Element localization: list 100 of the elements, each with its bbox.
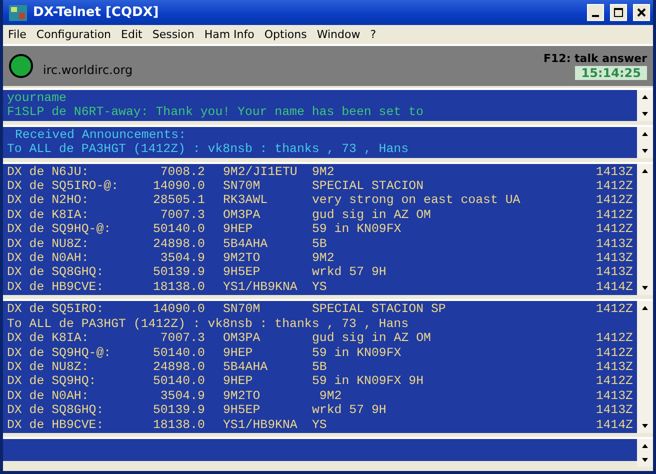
frequency: 24898.0 (152, 360, 205, 374)
spot-time: 1413Z (594, 164, 633, 180)
maximize-button[interactable] (610, 4, 627, 21)
frequency: 18138.0 (152, 280, 205, 294)
spotter-call: DX de NU8Z: (7, 360, 90, 374)
chat-line: F1SLP de N6RT-away: Thank you! Your name has been set to (7, 105, 424, 120)
minimize-icon (592, 14, 599, 16)
dx-call: 5B4AHA (222, 360, 269, 374)
dx-call: SN70M (222, 179, 262, 194)
menu-item[interactable]: Window (316, 28, 360, 41)
spot-comment: 59 in KN09FX (312, 346, 402, 360)
spot-comment: wrkd 57 9H (312, 265, 388, 280)
frequency: 50139.9 (152, 403, 205, 418)
dx-call: 9HEP (222, 374, 254, 389)
spot-time: 1412Z (594, 179, 633, 194)
frequency: 7008.2 (159, 164, 205, 180)
spot-time: 1412Z (594, 374, 633, 389)
frequency: 28505.1 (152, 193, 205, 208)
dx-call: 9M2TO (222, 251, 262, 266)
spotter-call: DX de K8IA: (7, 208, 90, 222)
frequency: 50140.0 (152, 346, 205, 360)
spotter-call: DX de SQ9HQ-@: (7, 346, 112, 360)
command-input[interactable] (3, 438, 637, 461)
menu-item[interactable]: File (8, 28, 26, 41)
frequency: 50140.0 (152, 374, 205, 389)
spot-comment: 9M2 (312, 164, 336, 180)
dx-call: 9HEP (222, 346, 254, 360)
spotter-call: DX de N0AH: (7, 388, 90, 404)
menu-item[interactable]: Ham Info (204, 28, 254, 41)
spot-comment: 59 in KN09FX 9H (312, 374, 425, 389)
dx-call: OM3PA (222, 331, 262, 346)
close-button[interactable] (633, 4, 650, 21)
spot-comment: 5B (312, 236, 328, 252)
spot-comment: YS (312, 418, 328, 432)
frequency: 50140.0 (152, 222, 205, 237)
spot-time: 1412Z (594, 193, 633, 208)
spotter-call: DX de SQ9HQ-@: (7, 222, 112, 237)
dx-call: 9H5EP (222, 265, 262, 280)
dx-call: SN70M (222, 302, 262, 317)
pane-heading: Received Announcements: (14, 128, 186, 142)
spotter-call: DX de HB9CVE: (7, 280, 105, 294)
close-icon (637, 8, 646, 17)
hotkey-hint: F12: talk answer (544, 52, 647, 65)
maximize-icon (614, 8, 623, 17)
scrollbar[interactable] (637, 438, 653, 467)
minimize-button[interactable] (587, 4, 604, 21)
spot-time: 1413Z (594, 265, 633, 280)
spot-time: 1412Z (594, 331, 633, 346)
dx-call: YS1/HB9KNA (222, 280, 298, 294)
dx-call: 5B4AHA (222, 236, 269, 252)
frequency: 14090.0 (152, 302, 205, 317)
scrollbar[interactable] (637, 90, 653, 121)
spot-comment: SPECIAL STACION SP (312, 302, 447, 317)
spotter-call: DX de NU8Z: (7, 236, 90, 252)
dx-call: RK3AWL (222, 193, 269, 208)
spot-comment: very strong on east coast UA (312, 193, 522, 208)
spotter-call: DX de SQ5IRO: (7, 302, 105, 317)
announcement-line: To ALL de PA3HGT (1412Z) : vk8nsb : thanks , 73 , Hans (7, 316, 409, 331)
spot-comment: SPECIAL STACION (312, 179, 425, 194)
dx-call: 9M2TO (222, 388, 262, 404)
spot-time: 1413Z (594, 251, 633, 266)
spot-time: 1413Z (594, 403, 633, 418)
spotter-call: DX de SQ8GHQ: (7, 403, 105, 418)
scrollbar[interactable] (637, 164, 653, 296)
spot-time: 1414Z (594, 280, 633, 294)
spotter-call: DX de N0AH: (7, 251, 90, 266)
menu-item[interactable]: Session (152, 28, 194, 41)
frequency: 7007.3 (159, 331, 205, 346)
spotter-call: DX de N6JU: (7, 164, 90, 180)
server-name: irc.worldirc.org (43, 63, 134, 77)
dx-call: OM3PA (222, 208, 262, 222)
spotter-call: DX de SQ9HQ: (7, 374, 98, 389)
announcement-line: To ALL de PA3HGT (1412Z) : vk8nsb : thanks , 73 , Hans (7, 142, 409, 156)
frequency: 7007.3 (159, 208, 205, 222)
window-title: DX-Telnet [CQDX] (33, 5, 160, 20)
dx-call: YS1/HB9KNA (222, 418, 298, 432)
menu-item[interactable]: Configuration (36, 28, 112, 41)
spotter-call: DX de SQ5IRO-@: (7, 179, 115, 194)
frequency: 50139.9 (152, 265, 205, 280)
spotter-call: DX de N2HO: (7, 193, 90, 208)
frequency: 14090.0 (152, 179, 205, 194)
frequency: 3504.9 (159, 388, 205, 404)
spot-time: 1412Z (594, 208, 633, 222)
dx-call: 9HEP (222, 222, 254, 237)
menu-item[interactable]: Edit (121, 28, 142, 41)
app-icon (9, 4, 27, 20)
spot-comment: wrkd 57 9H (312, 403, 388, 418)
menu-item[interactable]: Options (264, 28, 307, 41)
spotter-call: DX de HB9CVE: (7, 418, 105, 432)
spot-comment: 9M2 (312, 251, 336, 266)
spot-time: 1412Z (594, 302, 633, 317)
menu-item[interactable]: ? (370, 28, 376, 41)
spot-comment: 5B (312, 360, 328, 374)
scrollbar[interactable] (637, 126, 653, 158)
spot-time: 1414Z (594, 418, 633, 432)
scrollbar[interactable] (637, 301, 653, 433)
spot-time: 1413Z (594, 388, 633, 404)
dx-call: 9M2/JI1ETU (222, 164, 298, 180)
clock: 15:14:25 (575, 66, 647, 80)
frequency: 24898.0 (152, 236, 205, 252)
